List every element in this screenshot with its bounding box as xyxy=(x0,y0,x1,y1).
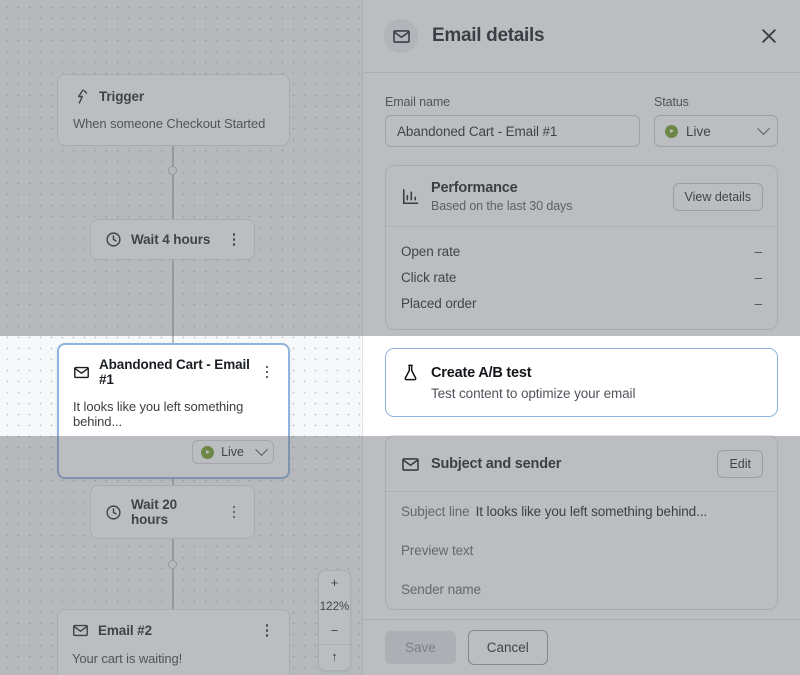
subject-sender-title: Subject and sender xyxy=(431,456,561,472)
ab-test-header: Create A/B test xyxy=(401,363,762,382)
ab-test-subtitle: Test content to optimize your email xyxy=(431,386,762,401)
clock-icon xyxy=(105,504,122,521)
connector-line xyxy=(172,134,174,219)
metric-label: Click rate xyxy=(401,270,456,285)
chevron-down-icon xyxy=(757,122,770,135)
node-menu-icon[interactable] xyxy=(260,364,274,380)
connector-line xyxy=(172,261,174,343)
email1-subtitle: It looks like you left something behind.… xyxy=(73,399,274,429)
live-play-icon xyxy=(201,446,214,459)
trigger-title: Trigger xyxy=(99,89,144,104)
flow-node-trigger[interactable]: Trigger When someone Checkout Started xyxy=(57,74,290,146)
zoom-out-button[interactable]: − xyxy=(319,619,350,644)
panel-header: Email details xyxy=(363,0,800,73)
row-preview-text: Preview text xyxy=(386,531,777,570)
email2-subtitle: Your cart is waiting! xyxy=(72,651,275,666)
connector-add-dot[interactable] xyxy=(168,166,177,175)
flask-icon xyxy=(401,363,420,382)
live-play-icon xyxy=(665,125,678,138)
bar-chart-icon xyxy=(401,187,420,206)
wait-title: Wait 4 hours xyxy=(131,232,210,247)
email1-status-label: Live xyxy=(221,445,244,459)
panel-body: Email name Abandoned Cart - Email #1 Sta… xyxy=(363,73,800,619)
fit-to-screen-button[interactable]: ↑ xyxy=(319,645,350,670)
ab-test-title: Create A/B test xyxy=(431,365,531,381)
page-title: Email details xyxy=(432,25,544,47)
envelope-icon xyxy=(73,364,90,381)
view-details-button[interactable]: View details xyxy=(673,183,763,211)
flow-canvas[interactable]: Trigger When someone Checkout Started Wa… xyxy=(0,0,362,675)
status-field-group: Status Live xyxy=(654,95,778,147)
performance-card: Performance Based on the last 30 days Vi… xyxy=(385,165,778,330)
subject-and-sender-card: Subject and sender Edit Subject line It … xyxy=(385,435,778,610)
metric-value: – xyxy=(755,296,762,311)
preview-text-label: Preview text xyxy=(401,543,473,558)
trigger-subtitle: When someone Checkout Started xyxy=(73,116,274,131)
status-value: Live xyxy=(686,124,711,139)
panel-footer: Save Cancel xyxy=(363,619,800,675)
email-name-field-group: Email name Abandoned Cart - Email #1 xyxy=(385,95,640,147)
zoom-in-button[interactable]: + xyxy=(319,571,350,596)
zoom-level-label: 122% xyxy=(319,596,350,619)
email1-status-pill[interactable]: Live xyxy=(192,440,274,464)
node-menu-icon[interactable] xyxy=(226,232,242,248)
email2-header: Email #2 xyxy=(72,622,275,639)
metric-open-rate: Open rate – xyxy=(401,238,762,264)
save-button[interactable]: Save xyxy=(385,631,456,664)
metric-value: – xyxy=(755,270,762,285)
email-name-input[interactable]: Abandoned Cart - Email #1 xyxy=(385,115,640,147)
metric-click-rate: Click rate – xyxy=(401,264,762,290)
flow-node-wait-4-hours[interactable]: Wait 4 hours xyxy=(90,219,255,260)
flow-node-wait-20-hours[interactable]: Wait 20 hours xyxy=(90,485,255,539)
subject-sender-header: Subject and sender Edit xyxy=(386,436,777,492)
performance-metrics: Open rate – Click rate – Placed order – xyxy=(386,227,777,329)
row-subject-line: Subject line It looks like you left some… xyxy=(386,492,777,531)
metric-label: Open rate xyxy=(401,244,460,259)
envelope-icon xyxy=(384,19,418,53)
envelope-icon xyxy=(72,622,89,639)
performance-title: Performance xyxy=(431,180,572,196)
clock-icon xyxy=(105,231,122,248)
email1-header: Abandoned Cart - Email #1 xyxy=(73,357,274,387)
app-root: Trigger When someone Checkout Started Wa… xyxy=(0,0,800,675)
create-ab-test-card[interactable]: Create A/B test Test content to optimize… xyxy=(385,348,778,417)
connector-add-dot[interactable] xyxy=(168,560,177,569)
flow-node-email-1[interactable]: Abandoned Cart - Email #1 It looks like … xyxy=(57,343,290,479)
email2-title: Email #2 xyxy=(98,623,152,638)
name-status-row: Email name Abandoned Cart - Email #1 Sta… xyxy=(385,95,778,147)
close-icon[interactable] xyxy=(756,23,782,49)
metric-placed-order: Placed order – xyxy=(401,290,762,316)
performance-card-text: Performance Based on the last 30 days xyxy=(431,180,572,213)
chevron-down-icon xyxy=(255,443,268,456)
metric-value: – xyxy=(755,244,762,259)
email1-title: Abandoned Cart - Email #1 xyxy=(99,357,251,387)
performance-subtitle: Based on the last 30 days xyxy=(431,199,572,213)
wait2-header: Wait 20 hours xyxy=(105,497,242,527)
wait2-title: Wait 20 hours xyxy=(131,497,217,527)
cancel-button[interactable]: Cancel xyxy=(468,630,548,665)
email-details-panel: Email details Email name Abandoned Cart … xyxy=(362,0,800,675)
node-menu-icon[interactable] xyxy=(226,504,242,520)
performance-card-header: Performance Based on the last 30 days Vi… xyxy=(386,166,777,227)
subject-line-label: Subject line xyxy=(401,504,470,519)
lightning-bolt-icon xyxy=(73,88,90,105)
flow-node-email-2[interactable]: Email #2 Your cart is waiting! Live xyxy=(57,609,290,675)
metric-label: Placed order xyxy=(401,296,476,311)
node-menu-icon[interactable] xyxy=(259,623,275,639)
zoom-controls[interactable]: + 122% − ↑ xyxy=(318,570,351,671)
email-name-label: Email name xyxy=(385,95,640,109)
trigger-header: Trigger xyxy=(73,88,274,105)
envelope-icon xyxy=(401,455,420,474)
subject-line-value: It looks like you left something behind.… xyxy=(476,504,707,519)
wait-header: Wait 4 hours xyxy=(105,231,242,248)
edit-button[interactable]: Edit xyxy=(717,450,763,478)
row-sender-name: Sender name xyxy=(386,570,777,609)
status-label: Status xyxy=(654,95,778,109)
status-select[interactable]: Live xyxy=(654,115,778,147)
sender-name-label: Sender name xyxy=(401,582,481,597)
